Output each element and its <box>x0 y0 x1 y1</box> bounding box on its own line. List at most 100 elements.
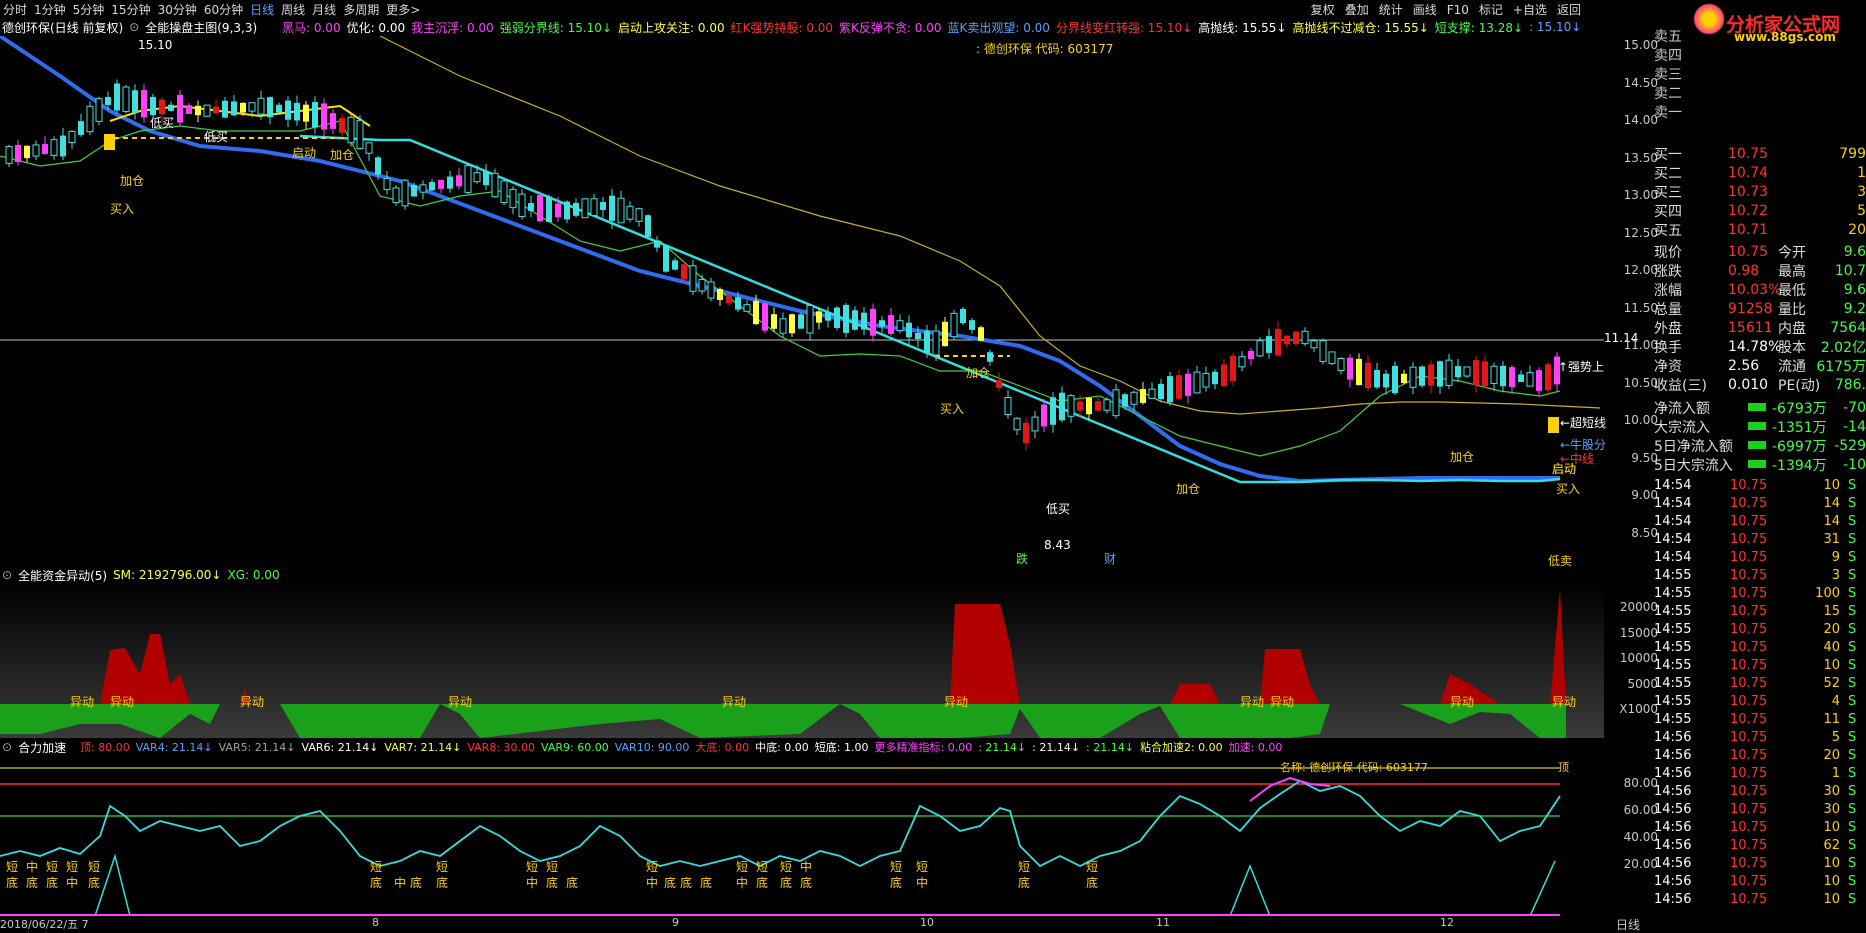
sell-label: 卖五 <box>1654 28 1682 45</box>
tick-vol: 31 <box>1823 532 1840 547</box>
period-tab[interactable]: 60分钟 <box>204 3 243 17</box>
candle-body <box>798 314 804 329</box>
toolbar-item[interactable]: 返回 <box>1557 3 1581 17</box>
candle-body <box>383 177 391 191</box>
signal-label: 低买 <box>204 130 229 144</box>
tick-side: S <box>1848 730 1857 745</box>
flow-row: 5日净流入额 -6997万 -529 <box>1648 436 1866 455</box>
period-tab[interactable]: 15分钟 <box>111 3 150 17</box>
buy-label: 买二 <box>1654 165 1682 182</box>
flow-bar <box>1748 460 1766 468</box>
indicator-param: 粘合加速2: 0.00 <box>1139 741 1223 754</box>
candle-body <box>1328 351 1336 365</box>
candle-body <box>1319 340 1327 362</box>
period-tab[interactable]: 月线 <box>312 3 336 17</box>
candle-body <box>248 102 256 112</box>
accel-marker-label: 短 <box>436 860 449 874</box>
period-tab[interactable]: 5分钟 <box>73 3 105 17</box>
toolbar-item[interactable]: 标记 <box>1479 3 1503 17</box>
tick-price: 10.75 <box>1730 676 1768 691</box>
period-tab[interactable]: 30分钟 <box>158 3 197 17</box>
stat-value: 0.98 <box>1728 262 1760 279</box>
candle-body <box>509 188 517 209</box>
candle-body <box>321 103 327 130</box>
main-indicator-name[interactable]: 全能操盘主图(9,3,3) <box>145 19 257 36</box>
period-tab[interactable]: 日线 <box>250 3 274 17</box>
fund-indicator-header: ⊙ 全能资金异动(5) SM: 2192796.00↓ XG: 0.00 <box>2 566 286 584</box>
candle-body <box>1140 389 1146 403</box>
tick-price: 10.75 <box>1730 568 1768 583</box>
collapse-icon[interactable]: ⊙ <box>2 568 12 582</box>
signal-marker <box>104 134 115 150</box>
candle-body <box>960 308 966 324</box>
candle-body <box>231 101 237 116</box>
candle-body <box>564 201 570 220</box>
fund-indicator-title[interactable]: 全能资金异动(5) <box>18 567 107 584</box>
accel-top-label: 顶 <box>1558 761 1569 774</box>
stat-row: 现价 10.75 今开 9.6 <box>1648 242 1866 261</box>
indicator-param: VAR7: 21.14↓ <box>384 740 462 754</box>
collapse-icon[interactable]: ⊙ <box>2 740 12 754</box>
collapse-icon[interactable]: ⊙ <box>129 20 139 34</box>
toolbar-item[interactable]: 统计 <box>1379 3 1403 17</box>
candle-body <box>753 300 759 325</box>
candle-body <box>1059 392 1065 421</box>
accel-chart[interactable] <box>0 756 1604 916</box>
period-tab[interactable]: 更多> <box>386 3 420 17</box>
candle-body <box>726 294 732 304</box>
fund-sm: SM: 2192796.00↓ <box>113 568 222 582</box>
candle-body <box>743 304 751 312</box>
candle-body <box>528 203 534 211</box>
candle-body <box>1077 401 1083 411</box>
candle-body <box>1185 373 1191 396</box>
candle-body <box>1463 366 1471 377</box>
stat-label: 换手 <box>1654 339 1682 356</box>
candle-body <box>186 105 192 114</box>
indicator-param: : 21.14↓ <box>1032 740 1081 754</box>
fund-chart[interactable] <box>0 584 1604 738</box>
stat-value: 786. <box>1834 376 1866 393</box>
accel-marker-label: 底 <box>756 876 769 890</box>
stat-label: 收益(三) <box>1654 377 1707 394</box>
tick-side: S <box>1848 802 1857 817</box>
flow-row: 大宗流入 -1351万 -14 <box>1648 417 1866 436</box>
toolbar-item[interactable]: F10 <box>1447 3 1469 17</box>
toolbar-item[interactable]: +自选 <box>1513 3 1547 17</box>
kline-chart[interactable] <box>0 36 1604 566</box>
stock-name-label: : 德创环保 代码: 603177 <box>976 42 1114 56</box>
tick-price: 10.75 <box>1730 784 1768 799</box>
period-tab[interactable]: 1分钟 <box>34 3 66 17</box>
period-tab[interactable]: 周线 <box>281 3 305 17</box>
candle-body <box>555 203 561 218</box>
period-tab[interactable]: 多周期 <box>343 3 379 17</box>
candle-body <box>1238 356 1246 368</box>
indicator-param: 大底: 0.00 <box>695 741 750 754</box>
candle-body <box>1392 365 1398 394</box>
signal-label: 启动 <box>292 146 317 160</box>
indicator-param: 强弱分界线: 15.10↓ <box>499 20 613 35</box>
candle-body <box>1473 360 1479 386</box>
toolbar-item[interactable]: 叠加 <box>1345 3 1369 17</box>
accel-marker-label: 短 <box>66 860 79 874</box>
stat-label: 股本 <box>1778 339 1806 356</box>
toolbar-item[interactable]: 复权 <box>1311 3 1335 17</box>
indicator-param: 我主沉浮: 0.00 <box>411 20 494 35</box>
indicator-param: 蓝K卖出观望: 0.00 <box>947 20 1050 35</box>
candle-body <box>1004 396 1012 416</box>
tick-vol: 30 <box>1823 784 1840 799</box>
tick-vol: 5 <box>1831 730 1840 745</box>
sell-label: 卖二 <box>1654 85 1682 102</box>
tick-side: S <box>1848 748 1857 763</box>
buy-label: 买三 <box>1654 184 1682 201</box>
flow-value: -529 <box>1834 437 1866 454</box>
indicator-param: VAR9: 60.00 <box>541 740 609 754</box>
tick-side: S <box>1848 892 1857 907</box>
flow-bar <box>1748 403 1766 411</box>
candle-body <box>689 265 697 292</box>
tick-side: S <box>1848 856 1857 871</box>
bottom-tab[interactable]: 日线 <box>1616 916 1640 933</box>
tick-row: 14:55 10.75 11 S <box>1648 712 1866 730</box>
toolbar-item[interactable]: 画线 <box>1413 3 1437 17</box>
accel-indicator-title[interactable]: 合力加速 <box>18 739 66 756</box>
period-tab[interactable]: 分时 <box>3 3 27 17</box>
